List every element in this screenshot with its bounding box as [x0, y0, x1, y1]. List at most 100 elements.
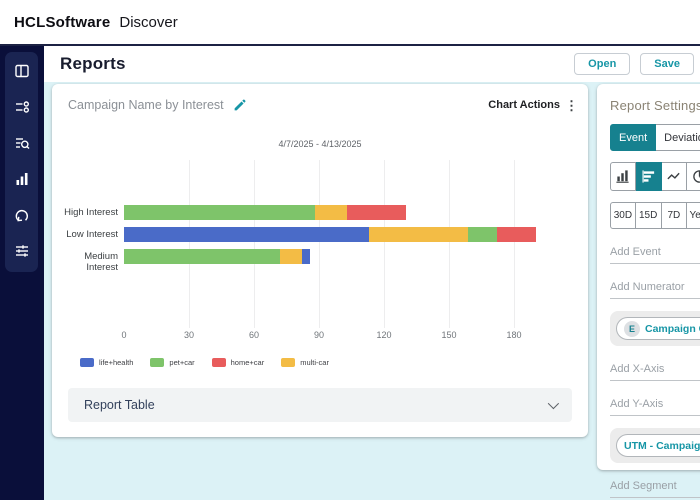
add-x-axis-input[interactable]: [610, 360, 700, 381]
time-range-30d[interactable]: 30D: [610, 202, 636, 229]
bar-segment-pet+car: [468, 227, 496, 242]
chart-card: Campaign Name by Interest Chart Actions …: [52, 84, 588, 437]
stacked-bar-row: [124, 227, 536, 242]
chart-legend: life+health pet+car home+car multi-car: [80, 358, 329, 367]
legend-swatch-icon: [281, 358, 295, 367]
sidebar-rail: [5, 52, 38, 272]
tune-icon: [14, 243, 30, 259]
bar-segment-multi-car: [280, 249, 302, 264]
stacked-bar-chart: 0 30 60 90 120 150 180 High Interest Low Interes…: [52, 84, 588, 437]
chart-type-horizontal-bar-button[interactable]: [636, 162, 662, 191]
add-segment-input[interactable]: [610, 477, 700, 498]
legend-swatch-icon: [80, 358, 94, 367]
open-button[interactable]: Open: [574, 53, 630, 75]
page-title: Reports: [60, 54, 126, 74]
journeys-icon: [14, 99, 30, 115]
report-table-label: Report Table: [84, 398, 155, 412]
x-axis-tick: 30: [184, 330, 194, 340]
x-axis-tick: 0: [121, 330, 126, 340]
logo-product: Discover: [119, 14, 177, 31]
chart-type-more-button[interactable]: [687, 162, 700, 191]
vertical-bar-chart-icon: [615, 169, 630, 184]
chart-type-tabs: [610, 162, 700, 191]
legend-item-life+health[interactable]: life+health: [80, 358, 133, 367]
pie-chart-icon: [692, 169, 700, 184]
category-label: Medium Interest: [52, 251, 118, 273]
left-sidebar: [0, 46, 44, 500]
dashboard-icon: [14, 63, 30, 79]
logo-software: Software: [45, 14, 110, 31]
y-axis-chip-label: UTM - Campaign: [624, 440, 700, 452]
reports-toolbar: Reports Open Save: [44, 46, 700, 82]
bar-segment-pet+car: [124, 205, 315, 220]
bar-segment-multi-car: [315, 205, 348, 220]
legend-label: pet+car: [169, 358, 194, 367]
legend-swatch-icon: [150, 358, 164, 367]
gridline: [189, 160, 190, 328]
report-table-section[interactable]: Report Table: [68, 388, 572, 422]
sidebar-item-tune[interactable]: [9, 240, 35, 262]
tab-event[interactable]: Event: [610, 124, 656, 151]
gridline: [384, 160, 385, 328]
x-axis-tick: 60: [249, 330, 259, 340]
save-button[interactable]: Save: [640, 53, 694, 75]
bar-segment-home+car: [497, 227, 536, 242]
event-badge: E: [624, 321, 640, 337]
replay-icon: [14, 207, 30, 223]
sidebar-item-reports[interactable]: [9, 168, 35, 190]
gridline: [319, 160, 320, 328]
legend-swatch-icon: [212, 358, 226, 367]
bar-segment-pet+car: [124, 249, 280, 264]
gridline: [514, 160, 515, 328]
bar-segment-life+health: [302, 249, 311, 264]
time-range-15d[interactable]: 15D: [636, 202, 662, 229]
sidebar-item-journeys[interactable]: [9, 96, 35, 118]
legend-item-pet+car[interactable]: pet+car: [150, 358, 194, 367]
bar-segment-home+car: [347, 205, 406, 220]
legend-item-multi-car[interactable]: multi-car: [281, 358, 329, 367]
tab-deviation[interactable]: Deviation: [656, 124, 700, 151]
legend-label: home+car: [231, 358, 265, 367]
chevron-down-icon: [548, 398, 559, 409]
app-header: HCLSoftware Discover: [0, 0, 700, 46]
add-event-input[interactable]: [610, 243, 700, 264]
logo-hcl: HCL: [14, 14, 45, 31]
horizontal-bar-chart-icon: [641, 169, 656, 184]
legend-label: multi-car: [300, 358, 329, 367]
x-axis-tick: 180: [506, 330, 521, 340]
legend-label: life+health: [99, 358, 133, 367]
search-list-icon: [14, 135, 30, 151]
x-axis-tick: 150: [441, 330, 456, 340]
time-range-tabs: 30D 15D 7D Year: [610, 202, 700, 229]
gridline: [449, 160, 450, 328]
bar-segment-multi-car: [369, 227, 469, 242]
category-label: Low Interest: [52, 229, 118, 240]
legend-item-home+car[interactable]: home+car: [212, 358, 265, 367]
x-axis-tick: 120: [376, 330, 391, 340]
line-chart-icon: [666, 169, 681, 184]
report-settings-panel: Report Settings Event Deviation 30D: [597, 84, 700, 470]
y-axis-chip-container: UTM - Campaign ⋮: [610, 428, 700, 463]
x-axis-tick: 90: [314, 330, 324, 340]
numerator-chip[interactable]: E Campaign Count ⋮: [616, 317, 700, 340]
mode-tabs: Event Deviation: [610, 124, 700, 151]
add-numerator-input[interactable]: [610, 278, 700, 299]
sidebar-item-dashboard[interactable]: [9, 60, 35, 82]
panel-title: Report Settings: [610, 98, 700, 113]
time-range-7d[interactable]: 7D: [662, 202, 688, 229]
numerator-chip-label: Campaign Count: [645, 323, 700, 335]
gridline: [254, 160, 255, 328]
category-label: High Interest: [52, 207, 118, 218]
time-range-year[interactable]: Year: [687, 202, 700, 229]
add-y-axis-input[interactable]: [610, 395, 700, 416]
chart-type-line-button[interactable]: [662, 162, 688, 191]
reports-icon: [14, 171, 30, 187]
stacked-bar-row: [124, 249, 310, 264]
sidebar-item-replay[interactable]: [9, 204, 35, 226]
numerator-chip-container: E Campaign Count ⋮: [610, 311, 700, 346]
bar-segment-life+health: [124, 227, 369, 242]
sidebar-item-search[interactable]: [9, 132, 35, 154]
hcl-software-logo: HCLSoftware Discover: [14, 14, 178, 31]
y-axis-chip[interactable]: UTM - Campaign ⋮: [616, 434, 700, 457]
chart-type-vertical-bar-button[interactable]: [610, 162, 636, 191]
